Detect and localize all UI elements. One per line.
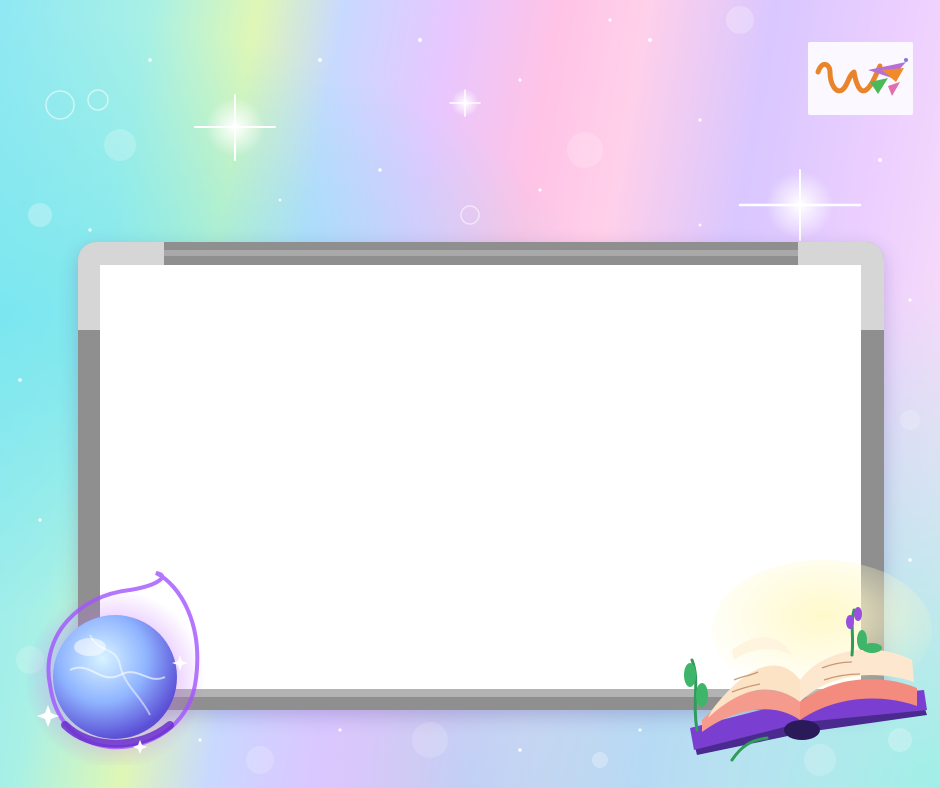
open-magic-book-icon xyxy=(684,560,932,762)
background-canvas xyxy=(0,0,940,788)
magic-crystal-orb-icon xyxy=(25,571,205,765)
